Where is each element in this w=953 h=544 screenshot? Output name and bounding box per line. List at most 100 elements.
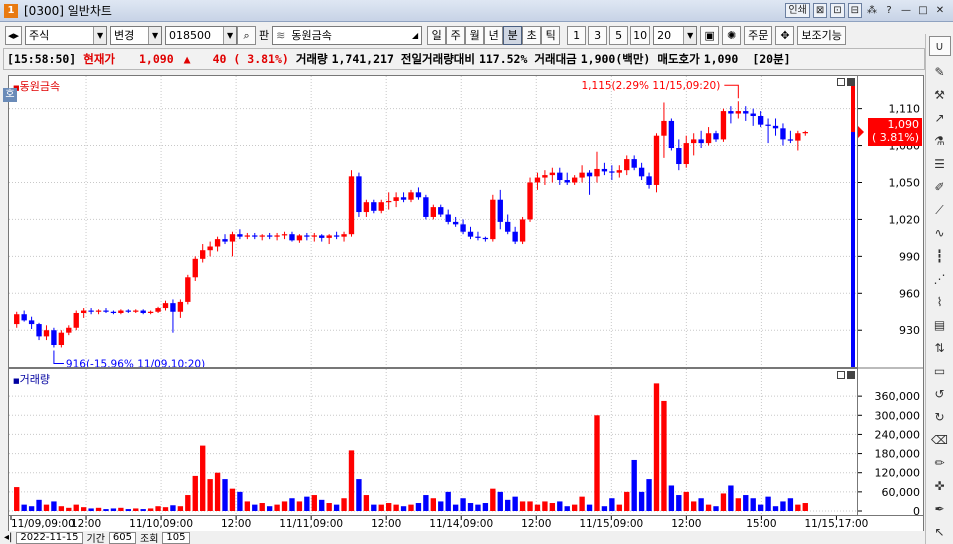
- candle-body: [103, 310, 109, 312]
- window-ctrl-c-icon[interactable]: ⊟: [847, 3, 862, 18]
- wrench-icon[interactable]: ⚒: [929, 85, 951, 105]
- pane-restore-icon[interactable]: [837, 78, 845, 86]
- pane-close-icon[interactable]: [847, 78, 855, 86]
- volume-chart-pane[interactable]: ■거래량: [8, 368, 858, 516]
- chevron-down-icon: ▼: [93, 26, 107, 44]
- redo-icon[interactable]: ↻: [929, 407, 951, 427]
- undo-icon[interactable]: ↺: [929, 384, 951, 404]
- eraser-icon[interactable]: ⌫: [929, 430, 951, 450]
- candle-body: [467, 231, 474, 237]
- period-month-button[interactable]: 월: [465, 25, 485, 45]
- maximize-icon[interactable]: □: [916, 3, 930, 18]
- window-tool-icon[interactable]: ▭: [929, 361, 951, 381]
- period-day-button[interactable]: 일: [427, 25, 447, 45]
- interval-1-button[interactable]: 1: [567, 25, 587, 45]
- period-year-button[interactable]: 년: [484, 25, 504, 45]
- volume-bar: [430, 498, 436, 511]
- auto-tool-icon[interactable]: ⟋: [929, 200, 951, 220]
- date-input[interactable]: 2022-11-15: [16, 531, 83, 544]
- pane-restore-icon[interactable]: [837, 371, 845, 379]
- aux-function-button[interactable]: 보조기능: [797, 25, 846, 45]
- candle-tool-icon[interactable]: ┇: [929, 246, 951, 266]
- current-price-label: 현재가: [83, 52, 115, 66]
- view-input[interactable]: 105: [162, 531, 190, 544]
- pane-close-icon[interactable]: [847, 371, 855, 379]
- order-button[interactable]: 주문: [744, 25, 773, 45]
- change-select[interactable]: 변경 ▼: [110, 25, 163, 45]
- print-button[interactable]: 인쇄: [785, 3, 810, 18]
- volume-bar: [259, 503, 265, 511]
- amount-value: 1,900(백만): [580, 52, 651, 66]
- settings-gear-icon[interactable]: ✺: [722, 25, 742, 45]
- ask-value: 1,090: [703, 52, 739, 66]
- period-minute-button[interactable]: 분: [503, 25, 523, 45]
- tool-menu-icon[interactable]: ✎: [929, 62, 951, 82]
- trend-tool-icon[interactable]: ↗: [929, 108, 951, 128]
- price-chart-pane[interactable]: 1,115(2.29% 11/15,09:20) 916(-15.96% 11/0…: [3, 75, 858, 368]
- volume-bar: [319, 499, 325, 511]
- candle-body: [140, 310, 146, 313]
- candle-body: [482, 237, 489, 240]
- search-button[interactable]: ⌕: [237, 25, 257, 45]
- candle-body: [445, 214, 451, 222]
- pointer-icon[interactable]: ↖: [929, 522, 951, 542]
- volume-bar: [133, 508, 139, 511]
- window-ctrl-d-icon[interactable]: ⁂: [865, 3, 879, 18]
- candle-body: [631, 159, 637, 168]
- volume-bar: [147, 508, 154, 511]
- candle-body: [274, 235, 280, 237]
- help-icon[interactable]: ?: [882, 3, 896, 18]
- candle-body: [713, 133, 719, 140]
- candle-body: [259, 235, 265, 237]
- candle-body: [594, 168, 600, 177]
- interval-3-button[interactable]: 3: [588, 25, 608, 45]
- stock-code-input[interactable]: 018500 ▼: [165, 25, 238, 45]
- period-tick-button[interactable]: 틱: [541, 25, 561, 45]
- window-ctrl-b-icon[interactable]: ⊡: [830, 3, 845, 18]
- up-arrow-icon: ▲: [183, 52, 191, 66]
- chart-type-icon[interactable]: 호: [3, 88, 17, 102]
- collapse-icon[interactable]: ∪: [928, 36, 951, 56]
- nav-arrows-icon[interactable]: ◂▸: [5, 25, 23, 45]
- volume-bar: [51, 501, 57, 511]
- market-select[interactable]: 주식 ▼: [25, 25, 108, 45]
- candle-body: [638, 167, 645, 177]
- window-ctrl-a-icon[interactable]: ⊠: [812, 3, 828, 18]
- drawing-tool-icon[interactable]: ✐: [929, 177, 951, 197]
- pattern-tool-icon[interactable]: ⋰: [929, 269, 951, 289]
- stock-name-select[interactable]: ≋ 동원금속 ◢: [272, 25, 423, 45]
- image-tool-icon[interactable]: ▤: [929, 315, 951, 335]
- x-axis: 11/09,09:0012:00 11/10,09:00 12:00 11/11,09…: [10, 516, 868, 530]
- line-tool-icon[interactable]: ⌇: [929, 292, 951, 312]
- scroll-left-icon[interactable]: ◂|: [4, 532, 12, 543]
- interval-10-button[interactable]: 10: [630, 25, 651, 45]
- period-input[interactable]: 605: [108, 531, 137, 544]
- interval-5-button[interactable]: 5: [609, 25, 629, 45]
- quote-info-bar: [15:58:50] 현재가 1,090 ▲ 40 ( 3.81%) 거래량 1…: [3, 48, 925, 70]
- minimize-icon[interactable]: —: [899, 3, 913, 18]
- candle-body: [460, 224, 466, 232]
- volume-bar: [177, 506, 184, 511]
- brush-icon[interactable]: ✏: [929, 453, 951, 473]
- crosshair-icon[interactable]: ✜: [929, 476, 951, 496]
- count-select[interactable]: 20 ▼: [653, 25, 698, 45]
- price-tool-icon[interactable]: ⚗: [929, 131, 951, 151]
- volume-bar: [393, 504, 399, 511]
- candle-body: [252, 235, 258, 237]
- list-tool-icon[interactable]: ☰: [929, 154, 951, 174]
- volume-bar: [683, 491, 689, 511]
- volume-bar: [728, 485, 734, 511]
- close-icon[interactable]: ✕: [933, 3, 947, 18]
- candle-body: [296, 235, 303, 241]
- move-icon[interactable]: ✥: [775, 25, 795, 45]
- period-week-button[interactable]: 주: [446, 25, 466, 45]
- x-tick-label: 11/09,09:00: [11, 518, 75, 530]
- candle-body: [452, 221, 459, 225]
- wave-tool-icon[interactable]: ∿: [929, 223, 951, 243]
- sort-tool-icon[interactable]: ⇅: [929, 338, 951, 358]
- save-icon[interactable]: ▣: [700, 25, 720, 45]
- period-second-button[interactable]: 초: [522, 25, 542, 45]
- volume-bar: [185, 495, 191, 511]
- pen-icon[interactable]: ✒: [929, 499, 951, 519]
- candle-body: [95, 310, 102, 312]
